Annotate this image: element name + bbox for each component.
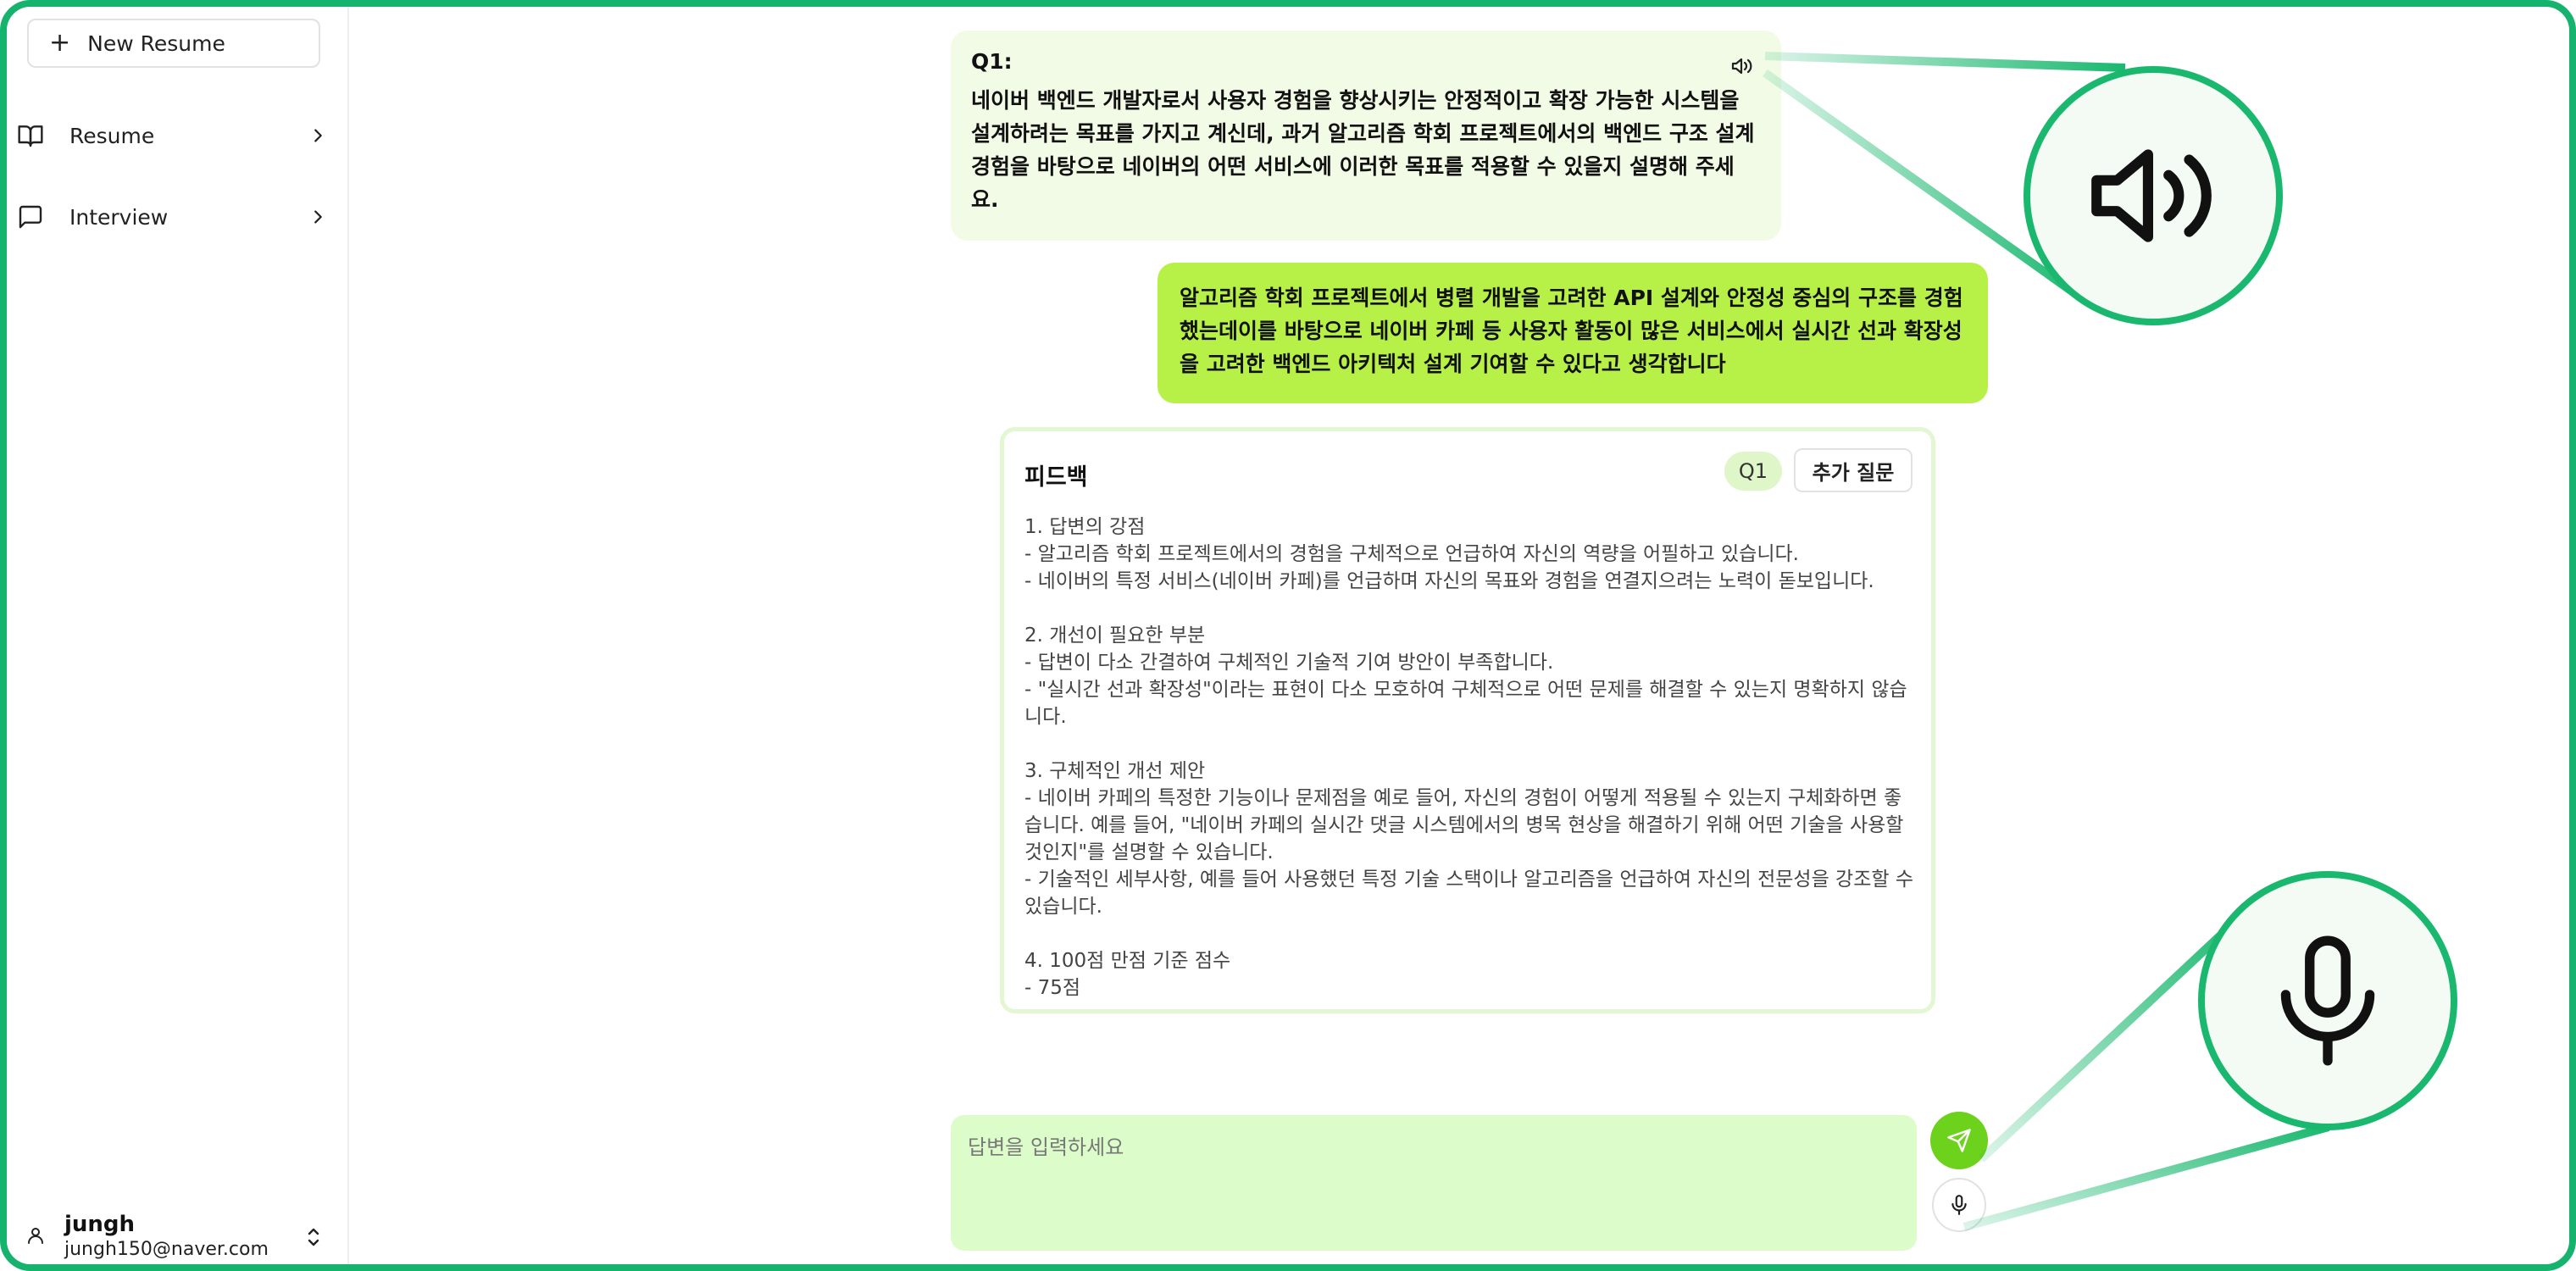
speaker-icon[interactable] (1730, 56, 1754, 76)
speaker-icon (2091, 149, 2212, 242)
speaker-magnifier (2024, 66, 2283, 325)
answer-bubble: 알고리즘 학회 프로젝트에서 병렬 개발을 고려한 API 설계와 안정성 중심… (1158, 263, 1988, 403)
user-icon (28, 1228, 43, 1244)
question-text: 네이버 백엔드 개발자로서 사용자 경험을 향상시키는 안정적이고 확장 가능한… (971, 88, 1755, 212)
question-bubble: Q1: 네이버 백엔드 개발자로서 사용자 경험을 향상시키는 안정적이고 확장… (951, 31, 1781, 241)
mic-icon (1951, 1195, 1967, 1215)
send-button[interactable] (1930, 1112, 1988, 1169)
question-badge: Q1 (1724, 452, 1782, 491)
mic-magnifier (2198, 871, 2457, 1130)
mic-button[interactable] (1932, 1178, 1986, 1232)
new-resume-label: New Resume (87, 31, 225, 56)
feedback-card: 피드백 Q1 추가 질문 1. 답변의 강점 - 알고리즘 학회 프로젝트에서의… (1000, 427, 1935, 1013)
chevrons-up-down-icon (308, 1228, 319, 1246)
user-email: jungh150@naver.com (64, 1239, 269, 1260)
sidebar-item-interview[interactable]: Interview (7, 191, 337, 242)
answer-input[interactable]: 답변을 입력하세요 (951, 1115, 1917, 1251)
book-icon (18, 125, 43, 147)
user-name: jungh (64, 1212, 136, 1237)
sidebar-item-label: Interview (69, 204, 169, 230)
sidebar-item-resume[interactable]: Resume (7, 110, 337, 161)
answer-input-placeholder: 답변을 입력하세요 (968, 1135, 1124, 1159)
sidebar-item-label: Resume (69, 123, 155, 148)
question-label: Q1: (971, 49, 1013, 74)
feedback-body: 1. 답변의 강점 - 알고리즘 학회 프로젝트에서의 경험을 구체적으로 언급… (1024, 516, 1914, 999)
app-frame: + New Resume Resume Interview jungh jung… (0, 0, 2576, 1271)
followup-question-button[interactable]: 추가 질문 (1794, 448, 1913, 492)
chat-icon (19, 205, 42, 229)
user-menu[interactable]: jungh jungh150@naver.com (7, 1198, 337, 1264)
plus-icon: + (49, 28, 71, 58)
answer-text: 알고리즘 학회 프로젝트에서 병렬 개발을 고려한 API 설계와 안정성 중심… (1180, 286, 1963, 376)
mic-icon (2280, 935, 2375, 1066)
send-icon (1947, 1129, 1971, 1152)
chevron-right-icon (314, 129, 322, 142)
sidebar: + New Resume Resume Interview jungh jung… (7, 7, 349, 1264)
new-resume-button[interactable]: + New Resume (27, 19, 320, 68)
chevron-right-icon (314, 210, 322, 224)
